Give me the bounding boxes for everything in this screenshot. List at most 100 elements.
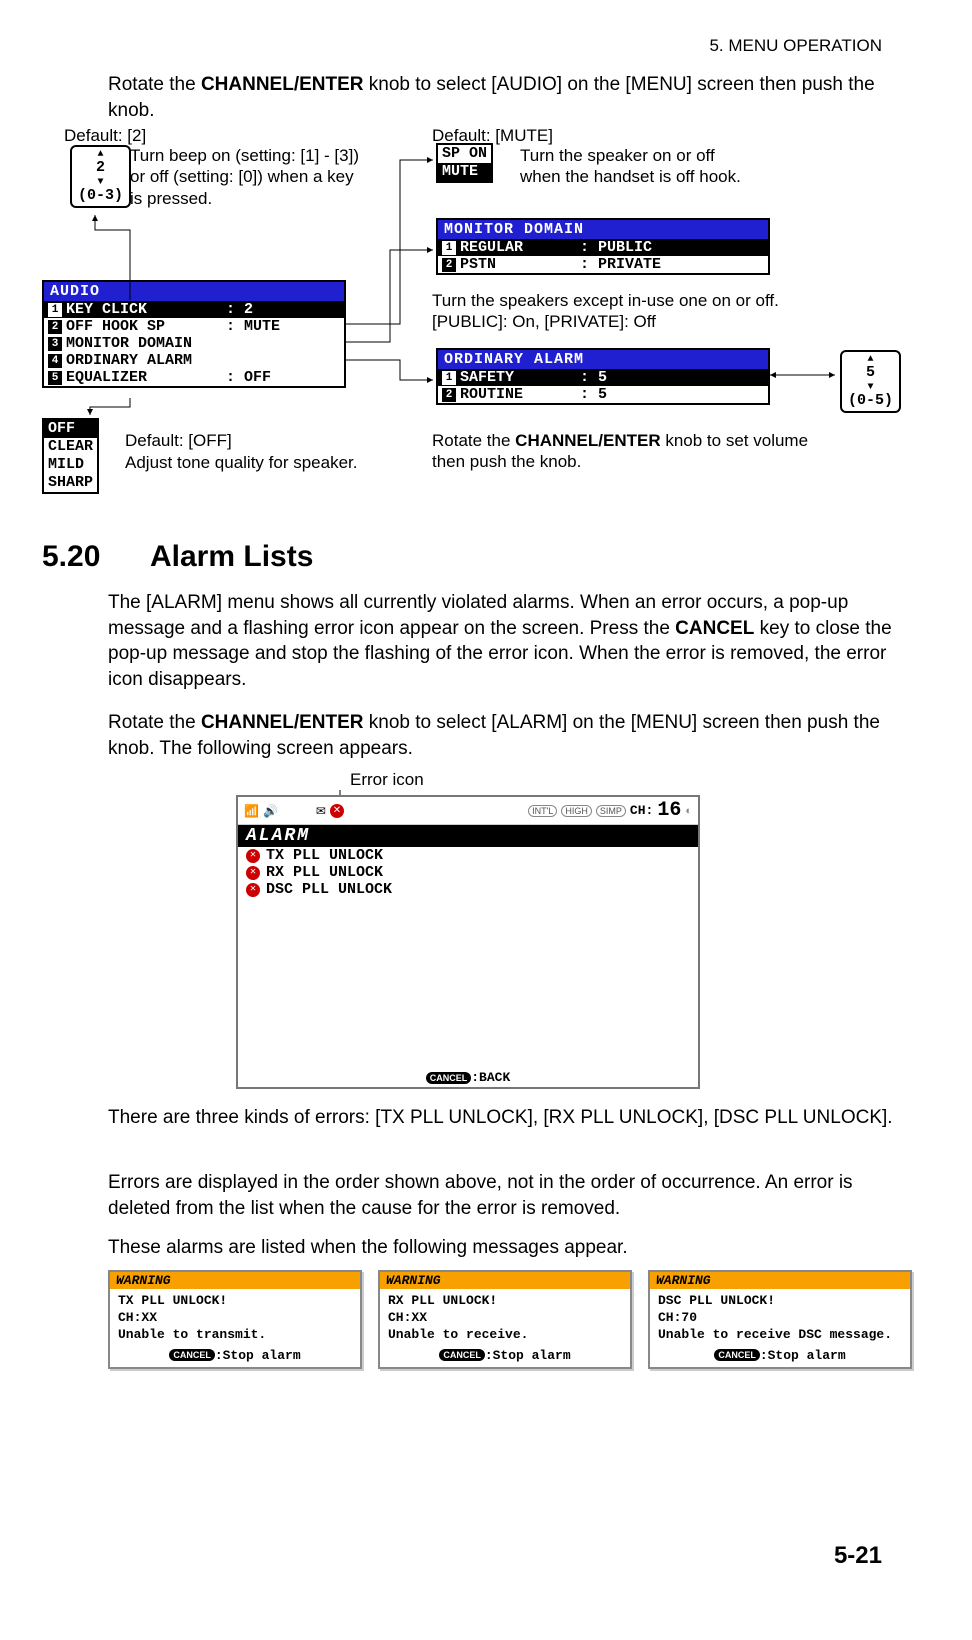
intro-paragraph: Rotate the CHANNEL/ENTER knob to select … bbox=[108, 72, 888, 123]
option: SHARP bbox=[44, 474, 97, 492]
speaker-icon: 🔊 bbox=[263, 804, 278, 818]
row-index: 1 bbox=[48, 303, 62, 317]
warning-line: CH:70 bbox=[658, 1310, 902, 1327]
row-label: MONITOR DOMAIN bbox=[66, 335, 226, 352]
ch-label: CH: bbox=[630, 803, 653, 818]
section-number: 5.20 bbox=[42, 540, 100, 574]
menu-row: 1 REGULAR : PUBLIC bbox=[438, 239, 768, 256]
default-key-click: Default: [2] bbox=[64, 125, 146, 146]
option-selected: MUTE bbox=[438, 163, 491, 181]
warning-line: TX PLL UNLOCK! bbox=[118, 1293, 352, 1310]
row-index: 1 bbox=[442, 371, 456, 385]
row-value: : 5 bbox=[580, 386, 607, 403]
alarm-screen: 📶 🔊 ✉ ✕ INT'L HIGH SIMP CH: 16 ◐ ALARM ✕… bbox=[236, 795, 700, 1089]
warning-line: DSC PLL UNLOCK! bbox=[658, 1293, 902, 1310]
cancel-pill: CANCEL bbox=[426, 1072, 472, 1084]
warning-popup: WARNING DSC PLL UNLOCK! CH:70 Unable to … bbox=[648, 1270, 912, 1369]
down-triangle-icon: ▼ bbox=[78, 177, 123, 188]
row-label: SAFETY bbox=[460, 369, 580, 386]
row-index: 2 bbox=[442, 388, 456, 402]
error-icon: ✕ bbox=[330, 804, 344, 818]
alarm-item-label: RX PLL UNLOCK bbox=[266, 864, 383, 881]
warning-footer: CANCEL:Stop alarm bbox=[380, 1346, 630, 1367]
page-header: 5. MENU OPERATION bbox=[709, 36, 882, 56]
alarm-p1: The [ALARM] menu shows all currently vio… bbox=[108, 590, 893, 693]
row-label: KEY CLICK bbox=[66, 301, 226, 318]
warning-line: CH:XX bbox=[118, 1310, 352, 1327]
spinner-icon: ◐ bbox=[685, 805, 692, 817]
alarm-item: ✕ DSC PLL UNLOCK bbox=[238, 881, 698, 898]
cancel-pill: CANCEL bbox=[169, 1349, 215, 1361]
menu-row: 5 EQUALIZER : OFF bbox=[44, 369, 344, 386]
row-value: : MUTE bbox=[226, 318, 280, 335]
footer-label: :Stop alarm bbox=[485, 1348, 571, 1363]
alarm-footer: CANCEL:BACK bbox=[238, 1070, 698, 1085]
range-value: 5 bbox=[848, 365, 893, 382]
menu-row: 2 OFF HOOK SP : MUTE bbox=[44, 318, 344, 335]
row-index: 2 bbox=[442, 258, 456, 272]
option: CLEAR bbox=[44, 438, 97, 456]
monitor-domain-menu: MONITOR DOMAIN 1 REGULAR : PUBLIC 2 PSTN… bbox=[436, 218, 770, 275]
alarm-p5: These alarms are listed when the followi… bbox=[108, 1235, 893, 1261]
menu-row: 1 KEY CLICK : 2 bbox=[44, 301, 344, 318]
warning-title: WARNING bbox=[650, 1272, 910, 1289]
badge-simp: SIMP bbox=[596, 805, 626, 817]
section-title: Alarm Lists bbox=[150, 540, 313, 574]
row-label: PSTN bbox=[460, 256, 580, 273]
range-key-click: ▲ 2 ▼ (0-3) bbox=[70, 145, 131, 208]
option-selected: OFF bbox=[44, 420, 97, 438]
text: Rotate the bbox=[108, 74, 201, 95]
menu-title: MONITOR DOMAIN bbox=[438, 220, 768, 239]
menu-title: ORDINARY ALARM bbox=[438, 350, 768, 369]
menu-row: 2 ROUTINE : 5 bbox=[438, 386, 768, 403]
row-value: : OFF bbox=[226, 369, 271, 386]
alarm-title: ALARM bbox=[238, 825, 698, 847]
cancel-pill: CANCEL bbox=[439, 1349, 485, 1361]
alarm-p2: Rotate the CHANNEL/ENTER knob to select … bbox=[108, 710, 893, 761]
warning-title: WARNING bbox=[380, 1272, 630, 1289]
caption-ordinary: Rotate the CHANNEL/ENTER knob to set vol… bbox=[432, 430, 822, 473]
equalizer-options: OFF CLEAR MILD SHARP bbox=[42, 418, 99, 494]
range-ordinary: ▲ 5 ▼ (0-5) bbox=[840, 350, 901, 413]
row-label: ORDINARY ALARM bbox=[66, 352, 226, 369]
badge-high: HIGH bbox=[561, 805, 592, 817]
warning-popup: WARNING RX PLL UNLOCK! CH:XX Unable to r… bbox=[378, 1270, 632, 1369]
row-label: ROUTINE bbox=[460, 386, 580, 403]
text-bold: CHANNEL/ENTER bbox=[201, 74, 364, 95]
menu-row: 2 PSTN : PRIVATE bbox=[438, 256, 768, 273]
ch-value: 16 bbox=[657, 799, 681, 822]
error-icon: ✕ bbox=[246, 849, 260, 863]
warning-line: Unable to receive DSC message. bbox=[658, 1327, 902, 1344]
menu-title: AUDIO bbox=[44, 282, 344, 301]
caption-key-click: Turn beep on (setting: [1] - [3]) or off… bbox=[130, 145, 360, 209]
badge-intl: INT'L bbox=[528, 805, 557, 817]
warning-popup: WARNING TX PLL UNLOCK! CH:XX Unable to t… bbox=[108, 1270, 362, 1369]
warning-title: WARNING bbox=[110, 1272, 360, 1289]
text-bold: CHANNEL/ENTER bbox=[201, 712, 364, 733]
footer-label: :Stop alarm bbox=[760, 1348, 846, 1363]
caption-monitor: Turn the speakers except in-use one on o… bbox=[432, 290, 852, 333]
option: MILD bbox=[44, 456, 97, 474]
alarm-item: ✕RX PLL UNLOCK bbox=[238, 864, 698, 881]
footer-label: :BACK bbox=[471, 1070, 510, 1085]
warning-line: Unable to receive. bbox=[388, 1327, 622, 1344]
alarm-item-label: DSC PLL UNLOCK bbox=[266, 881, 392, 898]
down-triangle-icon: ▼ bbox=[848, 382, 893, 393]
ordinary-alarm-menu: ORDINARY ALARM 1 SAFETY : 5 2 ROUTINE : … bbox=[436, 348, 770, 405]
row-value: : PRIVATE bbox=[580, 256, 661, 273]
option: SP ON bbox=[438, 145, 491, 163]
warning-line: Unable to transmit. bbox=[118, 1327, 352, 1344]
range-value: 2 bbox=[78, 160, 123, 177]
row-value: : PUBLIC bbox=[580, 239, 652, 256]
row-label: EQUALIZER bbox=[66, 369, 226, 386]
sp-options: SP ON MUTE bbox=[436, 143, 493, 183]
audio-menu: AUDIO 1 KEY CLICK : 2 2 OFF HOOK SP : MU… bbox=[42, 280, 346, 388]
row-index: 1 bbox=[442, 241, 456, 255]
error-icon: ✕ bbox=[246, 883, 260, 897]
text-bold: CANCEL bbox=[675, 618, 754, 639]
text-bold: CHANNEL/ENTER bbox=[515, 431, 660, 450]
antenna-icon: 📶 bbox=[244, 804, 259, 818]
page-number: 5-21 bbox=[834, 1542, 882, 1570]
caption-off-hook: Turn the speaker on or off when the hand… bbox=[520, 145, 760, 188]
text: Rotate the bbox=[108, 712, 201, 733]
